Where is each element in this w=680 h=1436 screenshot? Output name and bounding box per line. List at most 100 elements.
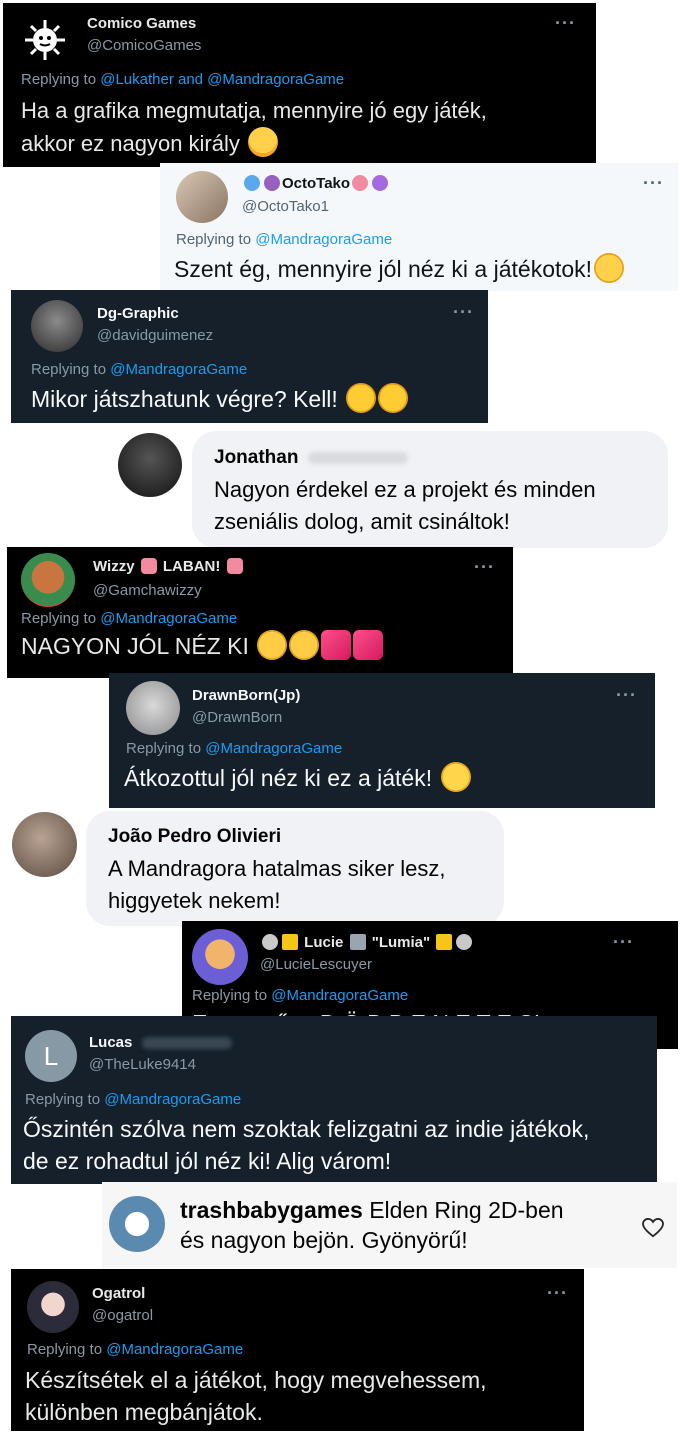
tweet-lucas: L Lucas @TheLuke9414 Replying to @Mandra… [11,1016,657,1184]
sparkling-heart-emoji-icon [353,630,384,660]
mention-link[interactable]: @MandragoraGame [106,1341,243,1358]
handle[interactable]: @ogatrol [92,1307,153,1324]
mention-link[interactable]: @MandragoraGame [255,231,392,248]
comment-text-line2: higgyetek nekem! [108,888,281,913]
crossed-swords-icon [349,934,366,950]
screaming-face-emoji-icon [594,253,625,283]
heart-eyes-emoji-icon [346,383,377,413]
tweet-drawnborn: DrawnBorn(Jp) @DrawnBorn ··· Replying to… [109,673,655,808]
loudly-crying-emoji-icon [257,630,288,660]
tweet-text-line2: különben megbánjátok. [25,1399,263,1425]
avatar[interactable] [31,300,83,352]
handle[interactable]: @Gamchawizzy [93,582,202,599]
handle[interactable]: @LucieLescuyer [260,956,372,973]
replying-to: Replying to @MandragoraGame [27,1341,244,1358]
tweet-dg-graphic: Dg-Graphic @davidguimenez ··· Replying t… [11,290,488,423]
replying-to: Replying to @MandragoraGame [21,610,238,627]
comment-jonathan: Jonathan Nagyon érdekel ez a projekt és … [192,431,668,548]
mention-link[interactable]: @MandragoraGame [110,361,247,378]
redacted-surname [308,451,409,464]
more-icon[interactable]: ··· [555,13,576,34]
mention-link[interactable]: @MandragoraGame [271,987,408,1004]
octopus-icon [264,175,280,191]
heart-like-icon[interactable] [642,1218,664,1238]
replying-to: Replying to @MandragoraGame [31,361,248,378]
redacted-surname [142,1037,233,1050]
octopus-icon [352,175,369,191]
avatar-jonathan[interactable] [118,433,182,497]
tweet-text: Készítsétek el a játékot, hogy megvehess… [25,1367,487,1393]
lightning-icon [436,934,453,950]
loudly-crying-emoji-icon [289,630,320,660]
more-icon[interactable]: ··· [616,685,637,706]
tweet-text-line2: de ez rohadtul jól néz ki! Alig várom! [23,1148,392,1174]
virus-logo-icon [25,20,65,60]
purple-heart-icon [372,175,389,191]
tweet-comico: Comico Games @ComicoGames ··· Replying t… [3,3,596,167]
more-icon[interactable]: ··· [453,302,474,323]
replying-to: Replying to @Lukather and @MandragoraGam… [21,71,345,88]
display-name[interactable]: Lucie "Lumia" [260,934,474,951]
mention-link[interactable]: @MandragoraGame [100,610,237,627]
avatar[interactable] [109,1196,165,1252]
mention-link[interactable]: @Lukather and @MandragoraGame [100,71,344,88]
comment-text: Nagyon érdekel ez a projekt és minden [214,477,596,502]
tweet-text: Mikor játszhatunk végre? Kell! [31,383,409,415]
replying-to: Replying to @MandragoraGame [176,231,393,248]
display-name[interactable]: OctoTako [242,175,390,192]
mouse-icon [262,934,278,950]
tweet-text: Szent ég, mennyire jól néz ki a játékoto… [174,253,625,285]
comment-text: A Mandragora hatalmas siker lesz, [108,856,446,881]
commenter-name[interactable]: Jonathan [214,447,409,469]
comment-text-line2: és nagyon bejön. Gyönyörű! [180,1227,468,1253]
avatar[interactable] [21,553,75,607]
sparkling-heart-emoji-icon [321,630,352,660]
display-name[interactable]: Lucas [89,1034,233,1051]
handle[interactable]: @OctoTako1 [242,198,329,215]
display-name[interactable]: DrawnBorn(Jp) [192,687,300,704]
comment-joao: João Pedro Olivieri A Mandragora hatalma… [86,811,504,926]
tweet-text-line2: akkor ez nagyon király [21,127,279,160]
tweet-ogatrol: Ogatrol @ogatrol ··· Replying to @Mandra… [11,1269,584,1431]
replying-to: Replying to @MandragoraGame [192,987,409,1004]
comment-trashbabygames: trashbabygames Elden Ring 2D-ben és nagy… [102,1182,677,1268]
more-icon[interactable]: ··· [547,1283,568,1304]
handle[interactable]: @TheLuke9414 [89,1056,196,1073]
more-icon[interactable]: ··· [474,557,495,578]
avatar[interactable] [126,681,180,735]
mouse-icon [456,934,473,950]
more-icon[interactable]: ··· [643,173,664,194]
mention-link[interactable]: @MandragoraGame [205,740,342,757]
handle[interactable]: @ComicoGames [87,37,201,54]
grinning-emoji-icon [440,762,471,792]
display-name[interactable]: Wizzy LABAN! [93,558,245,575]
comment-text: trashbabygames Elden Ring 2D-ben [180,1197,564,1223]
blue-heart-icon [244,175,260,191]
avatar[interactable] [176,171,228,223]
more-icon[interactable]: ··· [613,932,634,953]
handle[interactable]: @davidguimenez [97,327,213,344]
avatar-joao[interactable] [12,812,77,877]
avatar[interactable] [27,1281,79,1333]
replying-to: Replying to @MandragoraGame [25,1091,242,1108]
tweet-text: NAGYON JÓL NÉZ KI [21,630,384,662]
tulip-icon [226,558,243,574]
commenter-name[interactable]: João Pedro Olivieri [108,826,281,848]
tweet-octotako: OctoTako @OctoTako1 ··· Replying to @Man… [160,163,678,291]
display-name[interactable]: Dg-Graphic [97,305,179,322]
tulip-icon [140,558,157,574]
avatar[interactable]: L [25,1030,77,1082]
tweet-text: Ha a grafika megmutatja, mennyire jó egy… [21,98,487,123]
comment-text-line2: zseniális dolog, amit csináltok! [214,509,510,534]
tweet-wizzy: Wizzy LABAN! @Gamchawizzy ··· Replying t… [7,547,513,678]
avatar[interactable] [21,16,69,64]
avatar[interactable] [192,929,248,985]
display-name[interactable]: Ogatrol [92,1285,145,1302]
commenter-name[interactable]: trashbabygames [180,1197,363,1223]
mention-link[interactable]: @MandragoraGame [104,1091,241,1108]
tweet-text: Őszintén szólva nem szoktak felizgatni a… [23,1116,590,1142]
star-struck-emoji-icon [248,127,279,157]
handle[interactable]: @DrawnBorn [192,709,282,726]
replying-to: Replying to @MandragoraGame [126,740,343,757]
display-name[interactable]: Comico Games [87,15,196,32]
